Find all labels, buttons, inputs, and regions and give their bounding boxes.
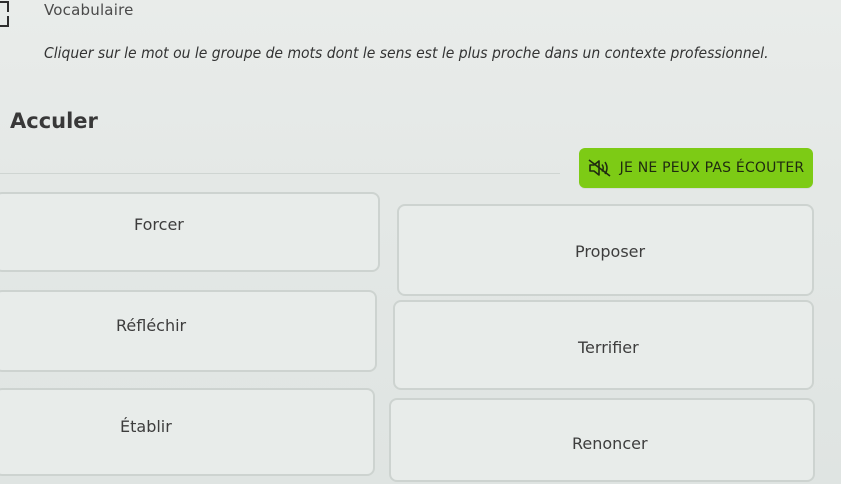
option-etablir[interactable]: Établir [0, 388, 375, 476]
cant-listen-label: JE NE PEUX PAS ÉCOUTER [619, 160, 805, 176]
speaker-muted-icon [588, 159, 611, 177]
option-forcer[interactable]: Forcer [0, 192, 380, 272]
divider [0, 173, 560, 174]
instruction-text: Cliquer sur le mot ou le groupe de mots … [44, 44, 769, 62]
option-proposer[interactable]: Proposer [397, 204, 814, 296]
section-label: Vocabulaire [44, 1, 134, 19]
option-label: Réfléchir [116, 316, 187, 335]
progress-bracket-icon [0, 1, 9, 27]
option-label: Terrifier [578, 338, 639, 357]
cant-listen-button[interactable]: JE NE PEUX PAS ÉCOUTER [579, 148, 813, 188]
option-reflechir[interactable]: Réfléchir [0, 290, 377, 372]
option-renoncer[interactable]: Renoncer [389, 398, 815, 482]
question-word: Acculer [10, 109, 98, 133]
option-label: Forcer [134, 215, 184, 234]
option-label: Proposer [575, 242, 646, 261]
option-terrifier[interactable]: Terrifier [393, 300, 814, 390]
option-label: Renoncer [572, 434, 648, 453]
option-label: Établir [120, 417, 172, 436]
